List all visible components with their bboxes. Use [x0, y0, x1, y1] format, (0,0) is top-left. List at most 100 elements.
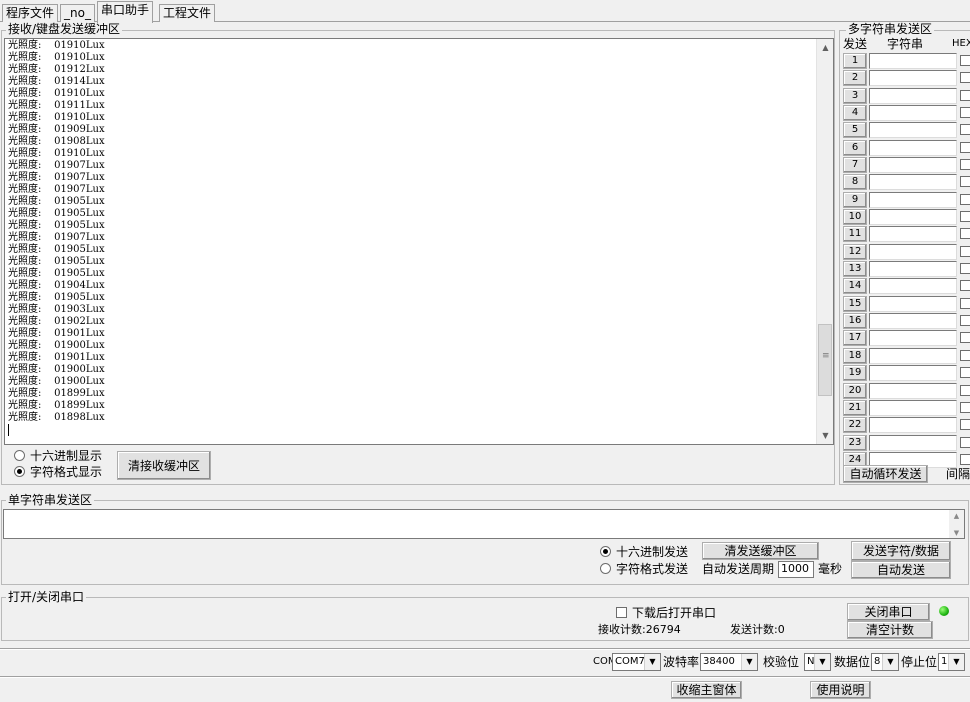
multi-string-input[interactable] [869, 383, 957, 399]
multi-hex-checkbox[interactable] [960, 298, 970, 309]
multi-send-button[interactable]: 18 [843, 348, 867, 364]
char-display-radio[interactable] [14, 466, 25, 477]
multi-hex-checkbox[interactable] [960, 315, 970, 326]
multi-hex-checkbox[interactable] [960, 246, 970, 257]
multi-string-input[interactable] [869, 174, 957, 190]
multi-hex-checkbox[interactable] [960, 142, 970, 153]
multi-string-input[interactable] [869, 192, 957, 208]
multi-send-button[interactable]: 20 [843, 383, 867, 399]
scroll-down-icon[interactable]: ▼ [817, 427, 833, 444]
multi-hex-checkbox[interactable] [960, 90, 970, 101]
multi-send-button[interactable]: 16 [843, 313, 867, 329]
multi-string-input[interactable] [869, 244, 957, 260]
clear-receive-button[interactable]: 清接收缓冲区 [117, 451, 211, 480]
multi-hex-checkbox[interactable] [960, 263, 970, 274]
multi-hex-checkbox[interactable] [960, 402, 970, 413]
multi-string-input[interactable] [869, 261, 957, 277]
auto-send-button[interactable]: 自动发送 [851, 561, 951, 579]
multi-hex-checkbox[interactable] [960, 107, 970, 118]
multi-send-button[interactable]: 12 [843, 244, 867, 260]
send-data-button[interactable]: 发送字符/数据 [851, 541, 951, 561]
multi-string-input[interactable] [869, 53, 957, 69]
open-after-download-checkbox[interactable] [616, 607, 627, 618]
multi-send-button[interactable]: 15 [843, 296, 867, 312]
tab-no[interactable]: _no_ [60, 4, 95, 22]
multi-hex-checkbox[interactable] [960, 367, 970, 378]
hex-display-radio[interactable] [14, 450, 25, 461]
multi-send-button[interactable]: 7 [843, 157, 867, 173]
multi-string-input[interactable] [869, 157, 957, 173]
receive-scrollbar[interactable]: ▲ ≡ ▼ [816, 39, 833, 444]
multi-hex-checkbox[interactable] [960, 72, 970, 83]
multi-string-input[interactable] [869, 105, 957, 121]
multi-hex-checkbox[interactable] [960, 437, 970, 448]
multi-hex-checkbox[interactable] [960, 211, 970, 222]
multi-send-button[interactable]: 2 [843, 70, 867, 86]
send-input-scrollbar[interactable]: ▲ ▼ [949, 510, 964, 538]
multi-string-input[interactable] [869, 88, 957, 104]
multi-send-button[interactable]: 5 [843, 122, 867, 138]
multi-hex-checkbox[interactable] [960, 228, 970, 239]
multi-string-input[interactable] [869, 348, 957, 364]
multi-hex-checkbox[interactable] [960, 55, 970, 66]
multi-hex-checkbox[interactable] [960, 280, 970, 291]
multi-string-input[interactable] [869, 278, 957, 294]
stopbits-select[interactable]: 1 ▼ [938, 653, 965, 671]
tab-project-files[interactable]: 工程文件 [159, 4, 216, 22]
multi-send-button[interactable]: 6 [843, 140, 867, 156]
multi-send-button[interactable]: 3 [843, 88, 867, 104]
multi-hex-checkbox[interactable] [960, 124, 970, 135]
com-select[interactable]: COM7 ▼ [612, 653, 661, 671]
multi-string-input[interactable] [869, 140, 957, 156]
multi-hex-checkbox[interactable] [960, 419, 970, 430]
single-send-input[interactable]: ▲ ▼ [3, 509, 965, 539]
multi-hex-checkbox[interactable] [960, 385, 970, 396]
multi-send-button[interactable]: 14 [843, 278, 867, 294]
multi-string-input[interactable] [869, 365, 957, 381]
multi-hex-checkbox[interactable] [960, 454, 970, 465]
multi-send-button[interactable]: 21 [843, 400, 867, 416]
multi-send-button[interactable]: 22 [843, 417, 867, 433]
multi-string-input[interactable] [869, 296, 957, 312]
scroll-up-icon[interactable]: ▲ [949, 512, 964, 520]
auto-loop-send-button[interactable]: 自动循环发送 [843, 465, 928, 483]
multi-string-input[interactable] [869, 330, 957, 346]
clear-send-button[interactable]: 清发送缓冲区 [702, 542, 819, 560]
multi-string-input[interactable] [869, 209, 957, 225]
multi-hex-checkbox[interactable] [960, 176, 970, 187]
multi-send-button[interactable]: 23 [843, 435, 867, 451]
hex-send-radio[interactable] [600, 546, 611, 557]
receive-buffer[interactable]: 光照度: 01910Lux 光照度: 01910Lux 光照度: 01912Lux 光… [4, 38, 834, 445]
multi-send-button[interactable]: 10 [843, 209, 867, 225]
multi-send-button[interactable]: 9 [843, 192, 867, 208]
parity-select[interactable]: N ▼ [804, 653, 831, 671]
tab-serial-assistant[interactable]: 串口助手 [97, 1, 154, 23]
scroll-down-icon[interactable]: ▼ [949, 529, 964, 537]
clear-count-button[interactable]: 清空计数 [847, 621, 933, 639]
multi-string-input[interactable] [869, 417, 957, 433]
auto-period-input[interactable]: 1000 [778, 561, 814, 578]
tab-program-files[interactable]: 程序文件 [2, 4, 59, 22]
multi-send-button[interactable]: 19 [843, 365, 867, 381]
multi-send-button[interactable]: 11 [843, 226, 867, 242]
multi-string-input[interactable] [869, 400, 957, 416]
databits-select[interactable]: 8 ▼ [871, 653, 899, 671]
char-send-radio[interactable] [600, 563, 611, 574]
multi-send-button[interactable]: 13 [843, 261, 867, 277]
multi-string-input[interactable] [869, 70, 957, 86]
close-port-button[interactable]: 关闭串口 [847, 603, 930, 621]
multi-hex-checkbox[interactable] [960, 332, 970, 343]
baud-select[interactable]: 38400 ▼ [700, 653, 758, 671]
multi-hex-checkbox[interactable] [960, 194, 970, 205]
multi-string-input[interactable] [869, 226, 957, 242]
scroll-thumb[interactable]: ≡ [818, 324, 832, 396]
multi-hex-checkbox[interactable] [960, 159, 970, 170]
help-button[interactable]: 使用说明 [810, 681, 871, 699]
multi-hex-checkbox[interactable] [960, 350, 970, 361]
multi-string-input[interactable] [869, 313, 957, 329]
multi-string-input[interactable] [869, 122, 957, 138]
collapse-window-button[interactable]: 收缩主窗体 [671, 681, 742, 699]
multi-send-button[interactable]: 4 [843, 105, 867, 121]
multi-send-button[interactable]: 8 [843, 174, 867, 190]
scroll-up-icon[interactable]: ▲ [817, 39, 833, 56]
